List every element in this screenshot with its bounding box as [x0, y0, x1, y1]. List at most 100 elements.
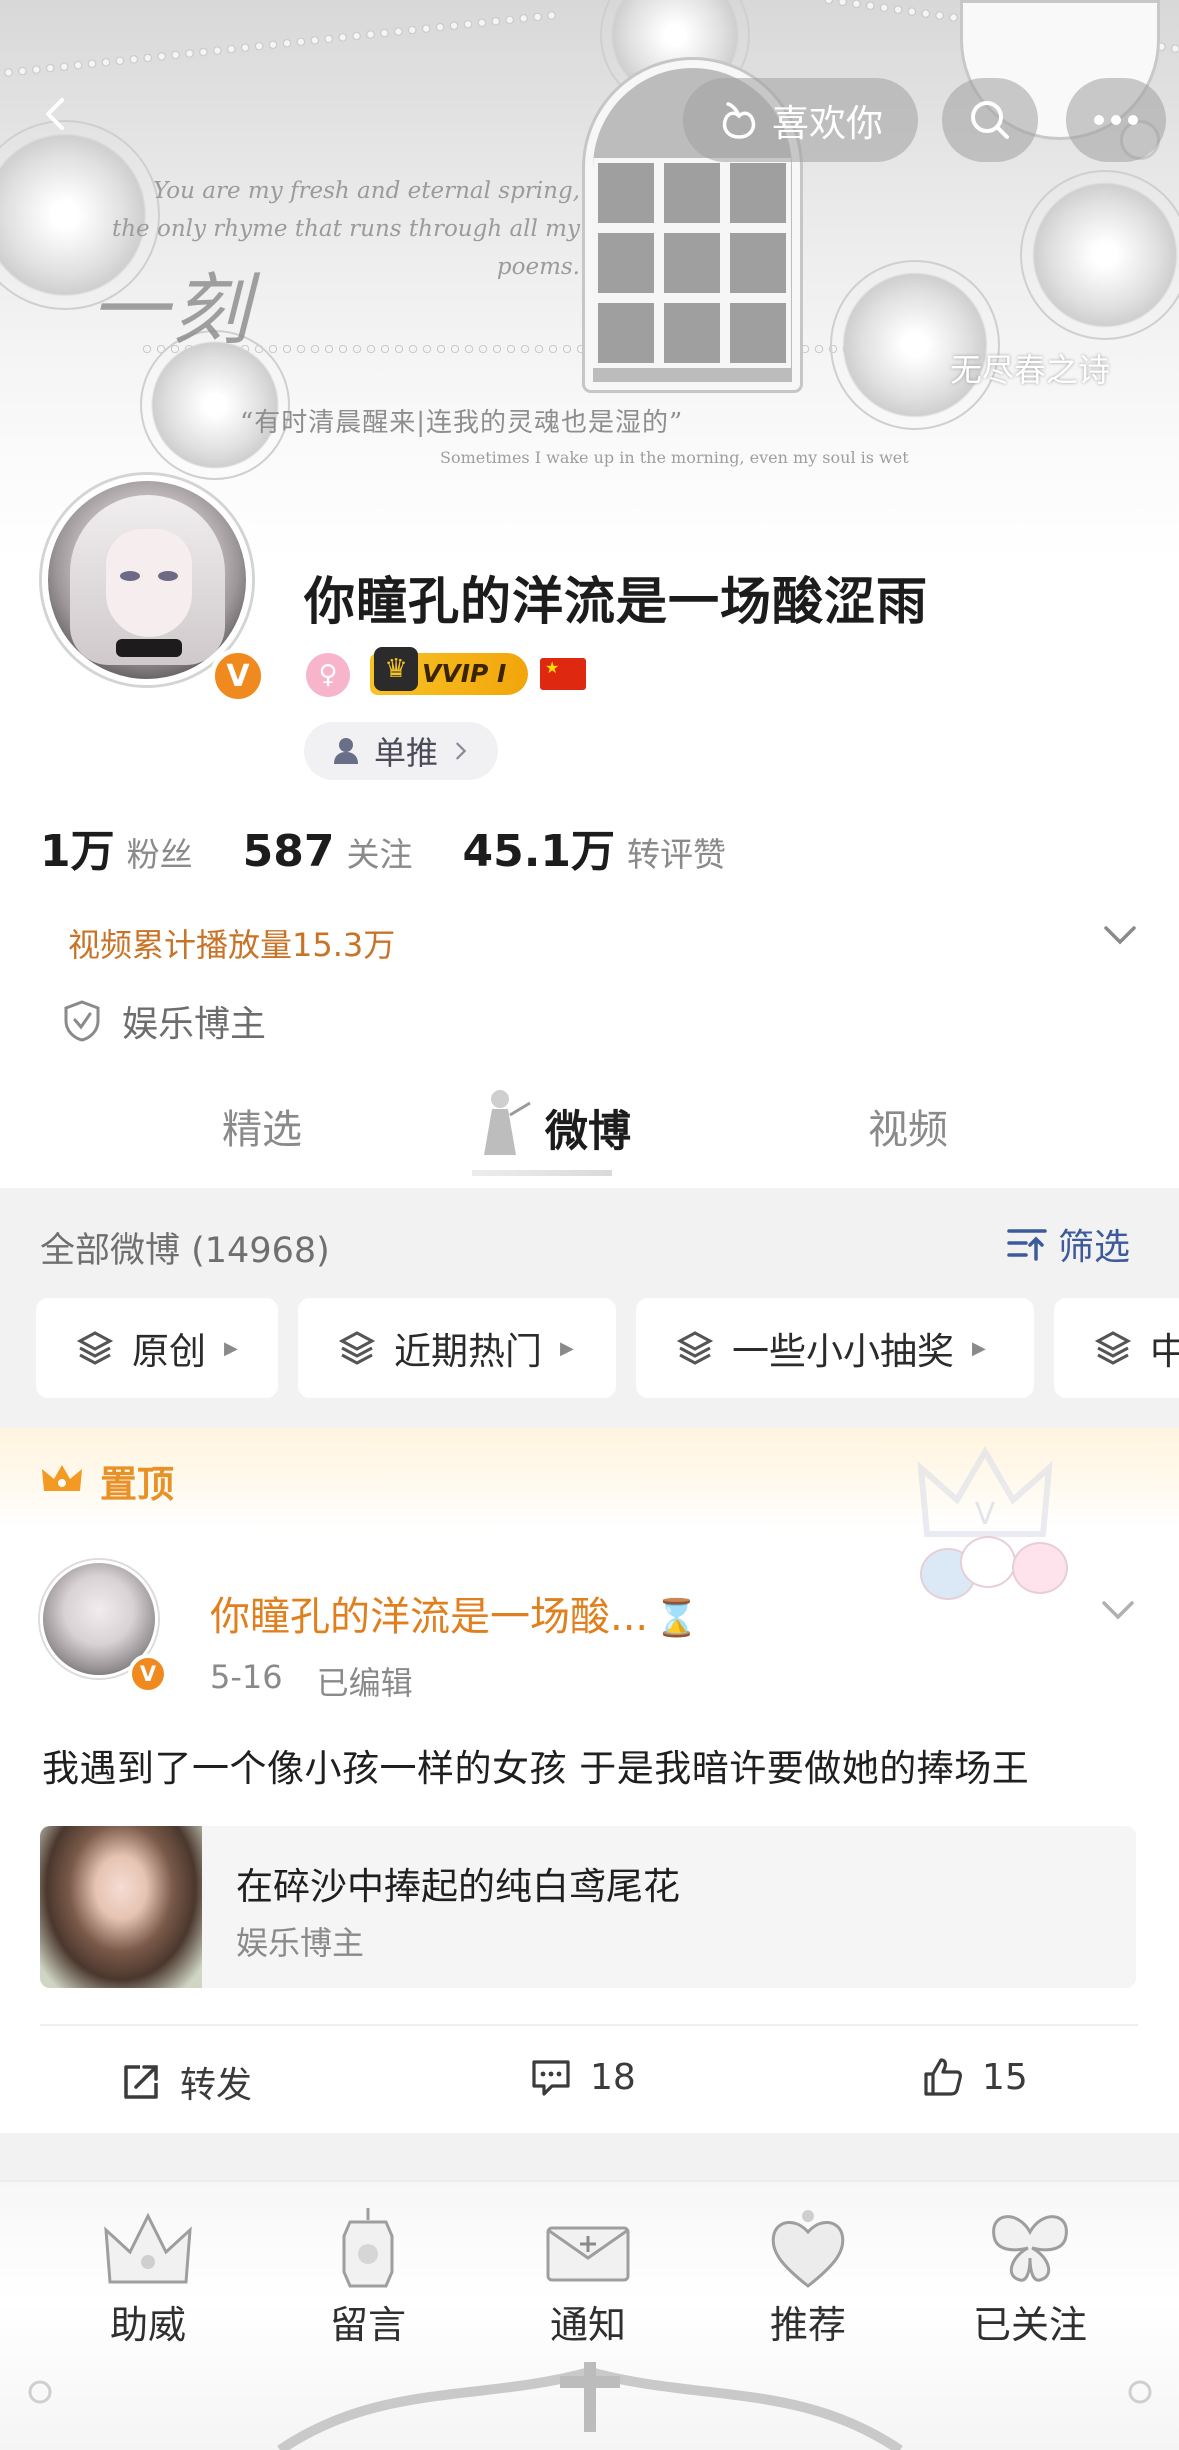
- china-flag-icon: ★: [540, 658, 586, 690]
- vvip-badge[interactable]: ♛ VVIP Ⅰ: [370, 647, 529, 695]
- like-you-button[interactable]: 喜欢你: [683, 78, 918, 162]
- layers-icon: [1094, 1331, 1132, 1365]
- fan-tag-label: 单推: [374, 734, 439, 772]
- layers-icon: [76, 1331, 114, 1365]
- category-chip-hot[interactable]: 近期热门 ▶: [298, 1298, 616, 1398]
- tab-featured[interactable]: 精选: [222, 1097, 302, 1155]
- caret-right-icon: ▶: [560, 1337, 574, 1359]
- category-label: 一些小小抽奖: [732, 1330, 954, 1373]
- crown-icon: [42, 1465, 82, 1491]
- chevron-right-icon: [456, 742, 467, 760]
- search-icon: [971, 101, 1009, 139]
- linked-profile-subtitle: 娱乐博主: [236, 1924, 365, 1962]
- fan-tag-chip[interactable]: 单推: [304, 722, 499, 780]
- svg-text:V: V: [975, 1497, 996, 1532]
- female-gender-icon: ♀: [306, 653, 350, 697]
- caret-right-icon: ▶: [224, 1337, 238, 1359]
- crown-icon: [104, 2212, 192, 2284]
- like-count: 15: [982, 2056, 1028, 2098]
- filter-sort-icon: [1007, 1229, 1047, 1261]
- post-date: 5-16: [210, 1658, 283, 1696]
- post-text: 我遇到了一个像小孩一样的女孩 于是我暗许要做她的捧场王: [42, 1747, 1030, 1790]
- bottom-action-bar: 助威 留言 通知 推荐 已关注: [0, 2180, 1179, 2450]
- tab-weibo[interactable]: 微博: [545, 1097, 631, 1159]
- creator-role: 娱乐博主: [62, 995, 266, 1047]
- chevron-left-icon: [46, 98, 64, 130]
- caret-right-icon: ▶: [972, 1337, 986, 1359]
- comment-count: 18: [590, 2056, 636, 2098]
- like-you-label: 喜欢你: [772, 102, 883, 145]
- filter-button[interactable]: 筛选: [1006, 1218, 1130, 1270]
- layers-icon: [676, 1331, 714, 1365]
- thumbs-up-icon: [924, 2058, 962, 2096]
- following-label: 已关注: [972, 2303, 1087, 2347]
- post-edited: 已编辑: [316, 1664, 413, 1702]
- cheer-label: 助威: [109, 2303, 186, 2347]
- category-label: 近期热门: [394, 1330, 542, 1373]
- butterfly-icon: [992, 2215, 1068, 2282]
- repost-button[interactable]: 转发: [120, 2056, 252, 2108]
- lantern-icon: [342, 2208, 394, 2288]
- active-tab-indicator: [472, 1170, 612, 1176]
- shield-check-icon: [64, 1000, 100, 1042]
- comment-icon: [532, 2060, 570, 2096]
- kitty-sticker: [920, 1528, 1090, 1608]
- peach-icon: [722, 102, 756, 139]
- category-label: 中: [1150, 1330, 1179, 1373]
- layers-icon: [338, 1331, 376, 1365]
- pearl-decoration: [1, 10, 559, 78]
- back-button[interactable]: [36, 94, 76, 134]
- engagement-label: 转评赞: [627, 835, 727, 874]
- profile-username: 你瞳孔的洋流是一场酸涩雨: [304, 573, 929, 632]
- following-count: 587: [242, 826, 335, 877]
- more-dots-icon: [1094, 115, 1138, 125]
- figure-sticker-icon: [484, 1090, 531, 1155]
- banner-signature: 一刻: [90, 266, 255, 356]
- banner-title-right: 无尽春之诗: [950, 351, 1111, 389]
- post-author-name[interactable]: 你瞳孔的洋流是一场酸... ⌛: [210, 1584, 699, 1642]
- banner-caption-cn: “有时清晨醒来|连我的灵魂也是湿的”: [240, 408, 684, 438]
- engagement-count: 45.1万: [462, 826, 616, 877]
- chevron-down-icon: [1102, 1601, 1134, 1620]
- like-button[interactable]: 15: [922, 2056, 1028, 2098]
- search-button[interactable]: [942, 78, 1038, 162]
- repost-label: 转发: [180, 2065, 253, 2106]
- engagement-stat[interactable]: 45.1万 转评赞: [462, 815, 726, 879]
- followers-label: 粉丝: [126, 835, 193, 874]
- repost-icon: [124, 2065, 158, 2099]
- pinned-post-card[interactable]: 置顶 V V 你瞳孔的洋流是一场酸... ⌛ 5-16 已编辑 我遇到了一个像小孩…: [0, 1428, 1179, 2133]
- pinned-header: 置顶 V: [0, 1428, 1179, 1537]
- profile-tabs: 精选 微博 视频: [0, 1085, 1179, 1185]
- category-chip-original[interactable]: 原创 ▶: [36, 1298, 278, 1398]
- comment-button[interactable]: 18: [530, 2056, 636, 2098]
- profile-stats: 1万 粉丝 587 关注 45.1万 转评赞: [40, 815, 776, 879]
- banner-caption-en: Sometimes I wake up in the morning, even…: [440, 448, 909, 467]
- pinned-label: 置顶: [100, 1463, 174, 1506]
- linked-profile-thumbnail: [40, 1826, 202, 1988]
- chevron-down-icon: [1104, 926, 1136, 945]
- rose-decoration: [1020, 170, 1179, 340]
- category-chip-lottery[interactable]: 一些小小抽奖 ▶: [636, 1298, 1034, 1398]
- vvip-label: VVIP Ⅰ: [422, 659, 507, 688]
- followers-stat[interactable]: 1万 粉丝: [40, 815, 193, 879]
- more-button[interactable]: [1066, 78, 1166, 162]
- post-options-button[interactable]: [1096, 1593, 1140, 1629]
- hourglass-icon: ⌛: [654, 1598, 699, 1639]
- linked-profile-card[interactable]: 在碎沙中捧起的纯白鸢尾花 娱乐博主: [40, 1826, 1136, 1988]
- creator-role-label: 娱乐博主: [122, 1004, 267, 1045]
- divider: [40, 2024, 1138, 2026]
- following-stat[interactable]: 587 关注: [243, 826, 413, 877]
- expand-profile-button[interactable]: [1098, 918, 1142, 954]
- message-board-label: 留言: [329, 2303, 406, 2347]
- category-chip-more[interactable]: 中: [1054, 1298, 1179, 1398]
- verified-badge-icon: V: [128, 1654, 168, 1694]
- verified-badge-icon: V: [210, 648, 266, 704]
- followers-count: 1万: [40, 826, 115, 877]
- tab-video[interactable]: 视频: [868, 1097, 948, 1155]
- post-meta: 5-16 已编辑: [210, 1658, 413, 1704]
- post-author-label: 你瞳孔的洋流是一场酸...: [210, 1594, 649, 1640]
- video-plays-stat: 视频累计播放量15.3万: [68, 926, 396, 964]
- crown-icon: ♛: [374, 647, 418, 691]
- filter-label: 筛选: [1058, 1227, 1131, 1268]
- linked-profile-title: 在碎沙中捧起的纯白鸢尾花: [236, 1865, 680, 1908]
